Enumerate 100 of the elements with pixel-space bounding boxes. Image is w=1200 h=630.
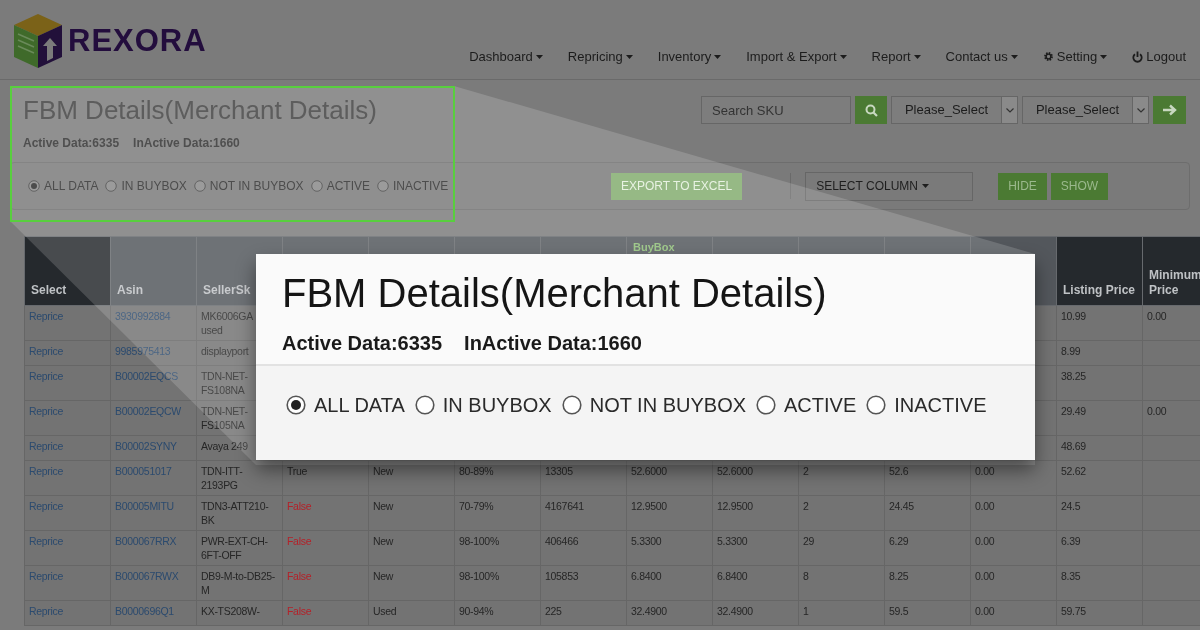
table-cell: False	[287, 500, 312, 512]
table-cell: False	[287, 570, 312, 582]
nav-menu-item[interactable]: Setting	[1042, 47, 1108, 67]
reprice-link[interactable]: Reprice	[29, 370, 64, 382]
table-cell: 52.6000	[717, 465, 753, 477]
radio-option[interactable]: NOT IN BUYBOX	[193, 177, 304, 195]
radio-option[interactable]: INACTIVE	[376, 177, 449, 195]
radio-option[interactable]: IN BUYBOX	[105, 177, 187, 195]
table-cell: 98-100%	[459, 535, 499, 547]
radio-button[interactable]	[310, 180, 323, 192]
nav-menu-item[interactable]: Inventory	[657, 47, 722, 67]
table-cell: 10.99	[1061, 310, 1086, 322]
radio-button[interactable]	[28, 180, 40, 192]
table-cell: 8.99	[1061, 345, 1081, 357]
table-cell: 0.00	[975, 570, 995, 582]
reprice-link[interactable]: Reprice	[29, 440, 64, 452]
reprice-link[interactable]: Reprice	[29, 570, 64, 582]
table-cell: 0.00	[975, 465, 995, 477]
table-cell: 6.8400	[631, 570, 662, 582]
table-cell: 4167641	[545, 500, 584, 512]
radio-button[interactable]	[866, 395, 887, 415]
search-field[interactable]: Search SKU	[701, 96, 851, 124]
table-cell: Used	[373, 605, 397, 617]
table-cell: True	[287, 465, 307, 477]
count-label: InActive Data:1660	[464, 331, 642, 356]
table-cell: 8.35	[1061, 570, 1081, 582]
table-cell: 2	[803, 500, 809, 512]
radio-option[interactable]: ALL DATA	[28, 177, 99, 195]
column-header[interactable]: Select	[31, 283, 67, 298]
table-cell: 48.69	[1061, 440, 1086, 452]
reprice-link[interactable]: Reprice	[29, 345, 64, 357]
column-header[interactable]: Asin	[117, 283, 143, 298]
reprice-link[interactable]: Reprice	[29, 405, 64, 417]
nav-menu-item[interactable]: Logout	[1132, 47, 1186, 67]
table-cell: PWR-EXT-CH-6FT-OFF	[201, 535, 268, 561]
radio-button[interactable]	[286, 395, 306, 415]
radio-button[interactable]	[376, 180, 389, 192]
table-cell: 0.00	[975, 535, 995, 547]
radio-button[interactable]	[193, 180, 206, 192]
table-cell: 12.9500	[717, 500, 753, 512]
nav-menu-item[interactable]: Dashboard	[469, 47, 543, 67]
select-column-dropdown[interactable]: SELECT COLUMN	[805, 171, 974, 201]
table-cell: New	[373, 465, 394, 477]
table-cell: 24.45	[889, 500, 914, 512]
table-cell: TDN-NET-FS105NA	[201, 405, 248, 431]
power-icon	[1132, 50, 1144, 63]
nav-menu-item[interactable]: Report	[871, 47, 921, 67]
table-cell: 406466	[545, 535, 579, 547]
arrow-right-icon	[1162, 104, 1177, 116]
go-button[interactable]	[1153, 96, 1186, 124]
nav-menu-item[interactable]: Contact us	[945, 47, 1018, 67]
radio-option[interactable]: IN BUYBOX	[414, 390, 552, 420]
radio-button[interactable]	[561, 395, 582, 415]
table-cell: 0.00	[975, 500, 995, 512]
column-header[interactable]: SellerSk	[203, 283, 251, 298]
column-header[interactable]: Listing Price	[1063, 283, 1136, 298]
table-cell: 6.8400	[717, 570, 748, 582]
table-cell: 6.29	[889, 535, 909, 547]
radio-option[interactable]: ACTIVE	[756, 390, 857, 420]
radio-button[interactable]	[756, 395, 777, 415]
hide-button[interactable]: HIDE	[998, 172, 1047, 200]
radio-button[interactable]	[414, 395, 435, 415]
table-cell: 59.5	[889, 605, 909, 617]
radio-option[interactable]: INACTIVE	[866, 390, 987, 420]
radio-option[interactable]: ACTIVE	[310, 177, 370, 195]
reprice-link[interactable]: Reprice	[29, 465, 64, 477]
caret-icon	[535, 54, 543, 59]
caret-icon	[714, 54, 722, 59]
count-label: Active Data:6335	[282, 331, 443, 356]
select-dropdown[interactable]: Please_Select	[1022, 96, 1149, 124]
table-cell: 8.25	[889, 570, 909, 582]
caret-icon	[839, 54, 847, 59]
table-cell: 32.4900	[631, 605, 667, 617]
table-cell: 2	[803, 465, 809, 477]
nav-menu-item[interactable]: Import & Export	[746, 47, 847, 67]
table-cell: 13305	[545, 465, 573, 477]
table-cell: 0.00	[1147, 405, 1167, 417]
table-cell: 70-79%	[459, 500, 494, 512]
select-dropdown[interactable]: Please_Select	[891, 96, 1018, 124]
page-title: FBM Details(Merchant Details)	[282, 270, 828, 317]
table-cell: New	[373, 570, 394, 582]
table-cell: False	[287, 605, 312, 617]
search-button[interactable]	[855, 96, 887, 124]
reprice-link[interactable]: Reprice	[29, 535, 64, 547]
reprice-link[interactable]: Reprice	[29, 500, 64, 512]
radio-button[interactable]	[105, 180, 118, 192]
caret-icon	[913, 54, 921, 59]
export-button[interactable]: EXPORT TO EXCEL	[611, 172, 743, 200]
column-header[interactable]: BuyBox	[633, 241, 675, 253]
radio-option[interactable]: NOT IN BUYBOX	[561, 390, 747, 420]
radio-option[interactable]: ALL DATA	[286, 390, 405, 420]
nav-menu-item[interactable]: Repricing	[567, 47, 633, 67]
caret-icon	[922, 184, 929, 188]
show-button[interactable]: SHOW	[1050, 172, 1109, 200]
table-cell: TDN3-ATT210-BK	[201, 500, 269, 526]
table-cell: 12.9500	[631, 500, 667, 512]
reprice-link[interactable]: Reprice	[29, 310, 64, 322]
reprice-link[interactable]: Reprice	[29, 605, 64, 617]
table-cell: 5.3300	[717, 535, 748, 547]
table-cell: displayport	[201, 345, 249, 357]
